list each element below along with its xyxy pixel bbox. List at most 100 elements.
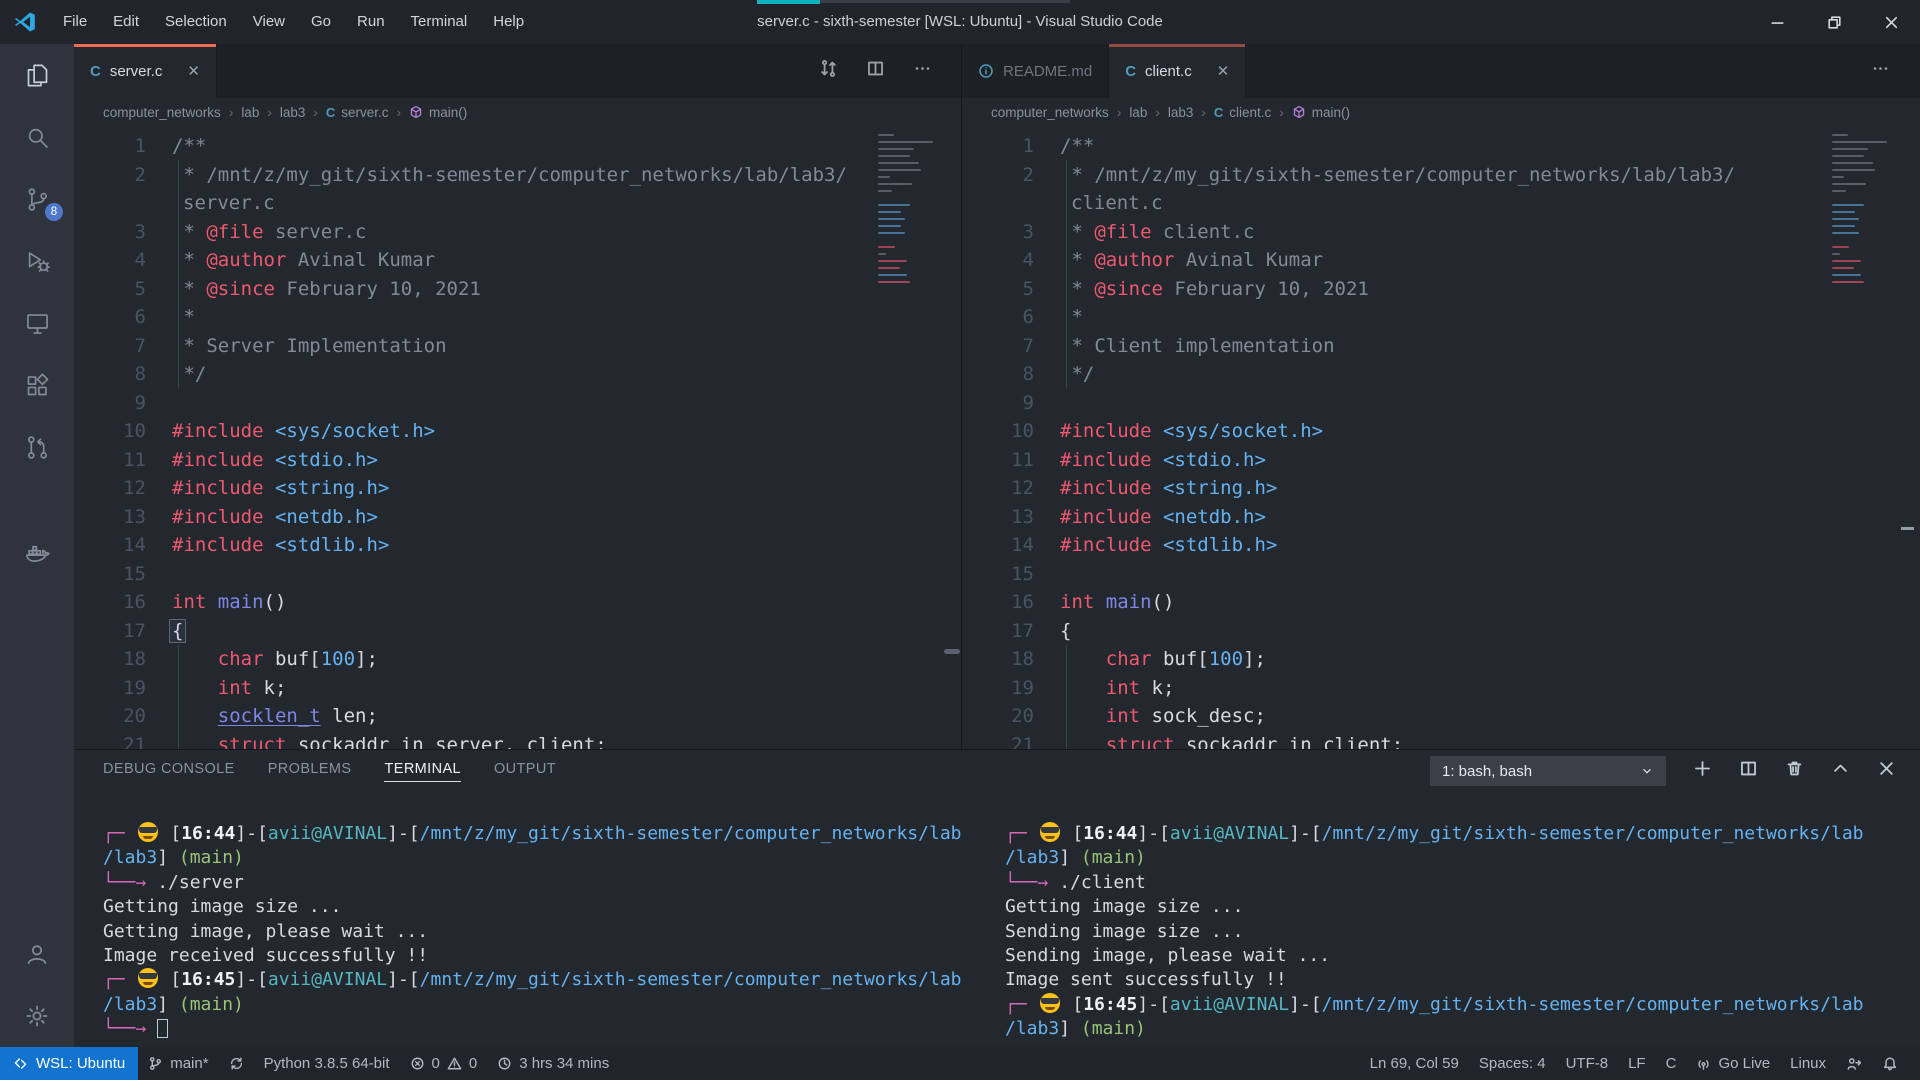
code-text: * @author Avinal Kumar (172, 246, 435, 275)
breadcrumb-item[interactable]: main() (1292, 105, 1350, 120)
breadcrumb[interactable]: computer_networks›lab›lab3›Cserver.c›mai… (74, 98, 962, 126)
panel-tab-debug-console[interactable]: DEBUG CONSOLE (103, 761, 235, 782)
breadcrumb-separator: › (313, 105, 318, 120)
activity-accounts[interactable] (0, 923, 74, 985)
more-actions-button[interactable] (1871, 59, 1890, 83)
minimize-button[interactable] (1749, 0, 1806, 44)
terminal-line: Sending image size ... (1005, 920, 1885, 944)
menu-view[interactable]: View (240, 0, 298, 44)
menu-terminal[interactable]: Terminal (398, 0, 481, 44)
status-session-time[interactable]: 3 hrs 34 mins (487, 1047, 619, 1080)
activity-search[interactable] (0, 106, 74, 168)
tab-server-c[interactable]: Cserver.c✕ (74, 44, 217, 98)
status-remote-os[interactable]: Linux (1780, 1047, 1836, 1080)
activity-docker[interactable] (0, 522, 74, 584)
menu-edit[interactable]: Edit (100, 0, 152, 44)
code-line: 16int main() (74, 588, 962, 617)
kill-terminal-button[interactable] (1785, 759, 1804, 783)
close-button[interactable] (1863, 0, 1920, 44)
line-number: 7 (962, 332, 1060, 361)
breadcrumb-item[interactable]: main() (409, 105, 467, 120)
restore-button[interactable] (1806, 0, 1863, 44)
tab-client-c[interactable]: Cclient.c✕ (1109, 44, 1246, 98)
tab-close-icon[interactable]: ✕ (187, 62, 200, 80)
status-notifications[interactable] (1872, 1047, 1908, 1080)
code-editor-server[interactable]: 1/**2 * /mnt/z/my_git/sixth-semester/com… (74, 126, 962, 749)
status-feedback[interactable] (1836, 1047, 1872, 1080)
terminal-select[interactable]: 1: bash, bash (1430, 756, 1666, 786)
split-editor-button[interactable] (866, 59, 885, 83)
breadcrumb-label: server.c (341, 105, 388, 120)
menu-go[interactable]: Go (298, 0, 344, 44)
top-accent-bar (757, 0, 820, 4)
code-editor-client[interactable]: 1/**2 * /mnt/z/my_git/sixth-semester/com… (962, 126, 1920, 749)
code-text: #include <stdio.h> (172, 446, 378, 475)
breadcrumb-item[interactable]: lab (241, 105, 259, 120)
editor-sash[interactable] (961, 44, 962, 749)
line-number: 5 (962, 275, 1060, 304)
breadcrumb-separator: › (229, 105, 234, 120)
scrollbar-handle[interactable] (944, 649, 960, 654)
activity-github-pull-requests[interactable] (0, 416, 74, 478)
breadcrumb-item[interactable]: computer_networks (991, 105, 1109, 120)
breadcrumb-item[interactable]: Cserver.c (326, 105, 389, 120)
more-actions-button[interactable] (913, 59, 932, 83)
status-language-mode[interactable]: C (1656, 1047, 1687, 1080)
panel-tab-terminal[interactable]: TERMINAL (384, 761, 461, 782)
split-terminal-button[interactable] (1739, 759, 1758, 783)
breadcrumb[interactable]: computer_networks›lab›lab3›Cclient.c›mai… (962, 98, 1920, 126)
activity-settings[interactable] (0, 985, 74, 1047)
close-panel-button[interactable] (1877, 759, 1896, 783)
menu-run[interactable]: Run (344, 0, 398, 44)
status-python-version[interactable]: Python 3.8.5 64-bit (254, 1047, 400, 1080)
menu-file[interactable]: File (50, 0, 100, 44)
status-problems-label2: 0 (469, 1055, 477, 1072)
breadcrumb-item[interactable]: lab3 (280, 105, 306, 120)
code-text: #include <stdlib.h> (1060, 531, 1277, 560)
breadcrumb-item[interactable]: lab (1129, 105, 1147, 120)
tab-strip-left: Cserver.c✕ (74, 44, 962, 98)
vscode-logo-icon (0, 10, 50, 34)
warning-icon (447, 1056, 462, 1071)
status-cursor-position[interactable]: Ln 69, Col 59 (1360, 1047, 1469, 1080)
maximize-panel-button[interactable] (1831, 759, 1850, 783)
minimap[interactable] (1832, 134, 1890, 288)
status-sync[interactable] (219, 1047, 254, 1080)
menu-help[interactable]: Help (480, 0, 537, 44)
new-terminal-button[interactable] (1693, 759, 1712, 783)
status-problems[interactable]: 00 (400, 1047, 488, 1080)
activity-extensions[interactable] (0, 354, 74, 416)
tab-readme-md[interactable]: README.md (962, 44, 1109, 98)
status-eol[interactable]: LF (1618, 1047, 1656, 1080)
status-encoding[interactable]: UTF-8 (1556, 1047, 1619, 1080)
status-go-live[interactable]: Go Live (1686, 1047, 1780, 1080)
menu-selection[interactable]: Selection (152, 0, 240, 44)
panel-tab-problems[interactable]: PROBLEMS (268, 761, 352, 782)
activity-run-and-debug[interactable] (0, 230, 74, 292)
code-line: 9 (74, 389, 962, 418)
status-bar: WSL: Ubuntu main* Python 3.8.5 64-bit003 h… (0, 1047, 1920, 1080)
breadcrumb-item[interactable]: lab3 (1168, 105, 1194, 120)
code-line: 5 * @since February 10, 2021 (962, 275, 1920, 304)
status-branch[interactable]: main* (138, 1047, 218, 1080)
split-terminal-icon (1739, 759, 1758, 778)
tab-close-icon[interactable]: ✕ (1217, 62, 1230, 80)
breadcrumb-item[interactable]: Cclient.c (1214, 105, 1271, 120)
activity-explorer[interactable] (0, 44, 74, 106)
terminal-right[interactable]: ┌─ [16:44]-[avii@AVINAL]-[/mnt/z/my_git/… (1005, 822, 1885, 1042)
status-indentation[interactable]: Spaces: 4 (1469, 1047, 1556, 1080)
status-remote[interactable]: WSL: Ubuntu (0, 1047, 138, 1080)
code-text: { (172, 617, 186, 646)
activity-source-control[interactable]: 8 (0, 168, 74, 230)
panel-tab-output[interactable]: OUTPUT (494, 761, 556, 782)
code-line: 1/** (962, 132, 1920, 161)
open-changes-button[interactable] (819, 59, 838, 83)
status-branch-label: main* (170, 1055, 208, 1072)
breadcrumb-item[interactable]: computer_networks (103, 105, 221, 120)
terminal-left[interactable]: ┌─ [16:44]-[avii@AVINAL]-[/mnt/z/my_git/… (103, 822, 983, 1042)
code-line: 7 * Server Implementation (74, 332, 962, 361)
minimap[interactable] (878, 134, 936, 288)
editor-actions-right (1871, 44, 1920, 98)
activity-remote-explorer[interactable] (0, 292, 74, 354)
line-number: 5 (74, 275, 172, 304)
